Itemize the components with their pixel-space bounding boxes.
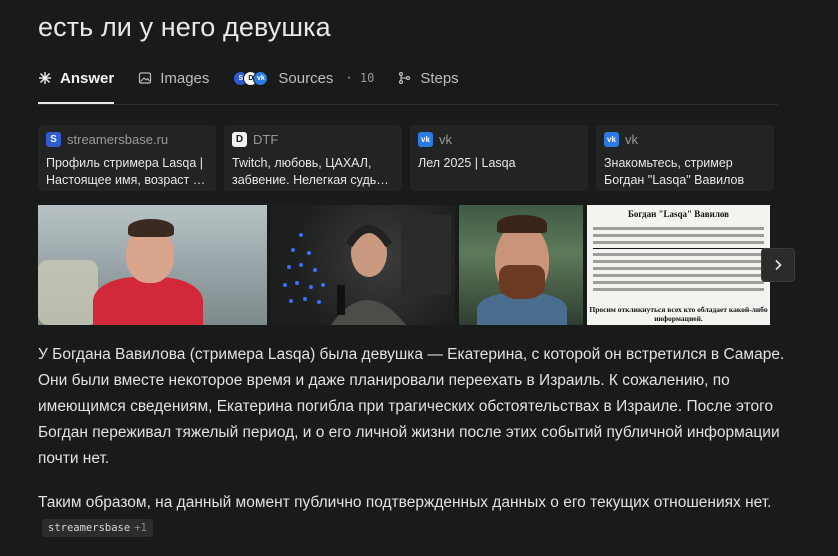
source-line: Лел 2025 | Lasqa [418,156,516,170]
result-tabs: Answer Images S D vk Sources · 10 Steps [38,66,778,104]
tab-images[interactable]: Images [138,66,209,90]
source-card[interactable]: vk vk Знакомьтесь, стример Богдан "Lasqa… [596,125,774,191]
tab-answer-label: Answer [60,69,115,87]
source-card-head: vk vk [604,132,766,147]
vk-icon: vk [253,70,269,86]
tab-steps-label: Steps [420,69,459,87]
source-line: Twitch, любовь, ЦАХАЛ, [232,156,372,170]
image-icon [139,72,152,84]
steps-icon [399,71,411,85]
answer-page: есть ли у него девушка Answer Images S D… [0,0,838,556]
tab-images-label: Images [160,69,210,87]
tab-sources[interactable]: S D vk Sources · 10 [233,66,374,90]
stream-scene [283,215,451,325]
source-snippet: Знакомьтесь, стример Богдан "Lasqa" Вави… [604,155,766,189]
source-site: vk [439,132,452,147]
source-line: Знакомьтесь, стример [604,156,733,170]
next-images-button[interactable] [761,248,795,282]
vk-icon: vk [604,132,619,147]
sources-count: · 10 [345,71,375,85]
source-card[interactable]: vk vk Лел 2025 | Lasqa [410,125,588,191]
chevron-right-icon [775,259,782,271]
source-site: streamersbase.ru [67,132,169,147]
sign-shape [38,260,98,325]
image-gallery: Богдан "Lasqa" Вавилов Просим откликнуть… [38,205,778,325]
hair [497,215,547,233]
doc-footer: Просим откликнуться всех кто обладает ка… [589,305,768,323]
source-cards: S streamersbase.ru Профиль стримера Lasq… [38,125,774,191]
source-line: Профиль стримера Lasqa | [46,156,204,170]
tab-steps[interactable]: Steps [398,66,459,90]
source-line: Настоящее имя, возраст и ... [46,173,208,187]
vk-icon: vk [418,132,433,147]
streamersbase-icon: S [46,132,61,147]
answer-icon [39,72,51,84]
citation-more: +1 [134,522,147,534]
source-card-head: vk vk [418,132,580,147]
tab-answer[interactable]: Answer [38,66,115,104]
answer-text: У Богдана Вавилова (стримера Lasqa) была… [38,342,788,556]
citation-chip[interactable]: streamersbase +1 [42,519,153,537]
image-thumbnail[interactable]: Богдан "Lasqa" Вавилов Просим откликнуть… [587,205,770,325]
answer-paragraph: У Богдана Вавилова (стримера Lasqa) была… [38,346,785,467]
source-card-head: S streamersbase.ru [46,132,208,147]
source-line: Богдан "Lasqa" Вавилов [604,173,745,187]
source-line: забвение. Нелегкая судьба... [232,173,394,187]
query-title: есть ли у него девушка [38,12,331,42]
tabs-divider [38,104,778,105]
image-thumbnail[interactable] [459,205,583,325]
doc-text-lines [593,223,764,295]
image-thumbnail[interactable] [271,205,455,325]
beard [499,265,545,299]
doc-title: Богдан "Lasqa" Вавилов [627,209,730,219]
source-site: vk [625,132,638,147]
tab-sources-label: Sources [278,69,334,87]
source-card-head: D DTF [232,132,394,147]
answer-paragraph-text: Таким образом, на данный момент публично… [38,494,772,511]
source-favicons: S D vk [233,70,269,86]
answer-paragraph-2: Таким образом, на данный момент публично… [38,490,788,542]
citation-label: streamersbase [48,522,131,534]
source-snippet: Лел 2025 | Lasqa [418,155,580,172]
source-snippet: Профиль стримера Lasqa | Настоящее имя, … [46,155,208,189]
source-snippet: Twitch, любовь, ЦАХАЛ, забвение. Нелегка… [232,155,394,189]
source-card[interactable]: S streamersbase.ru Профиль стримера Lasq… [38,125,216,191]
person-shirt [93,277,203,325]
source-site: DTF [253,132,279,147]
dtf-icon: D [232,132,247,147]
source-card[interactable]: D DTF Twitch, любовь, ЦАХАЛ, забвение. Н… [224,125,402,191]
image-thumbnail[interactable] [38,205,267,325]
hair [128,219,174,237]
